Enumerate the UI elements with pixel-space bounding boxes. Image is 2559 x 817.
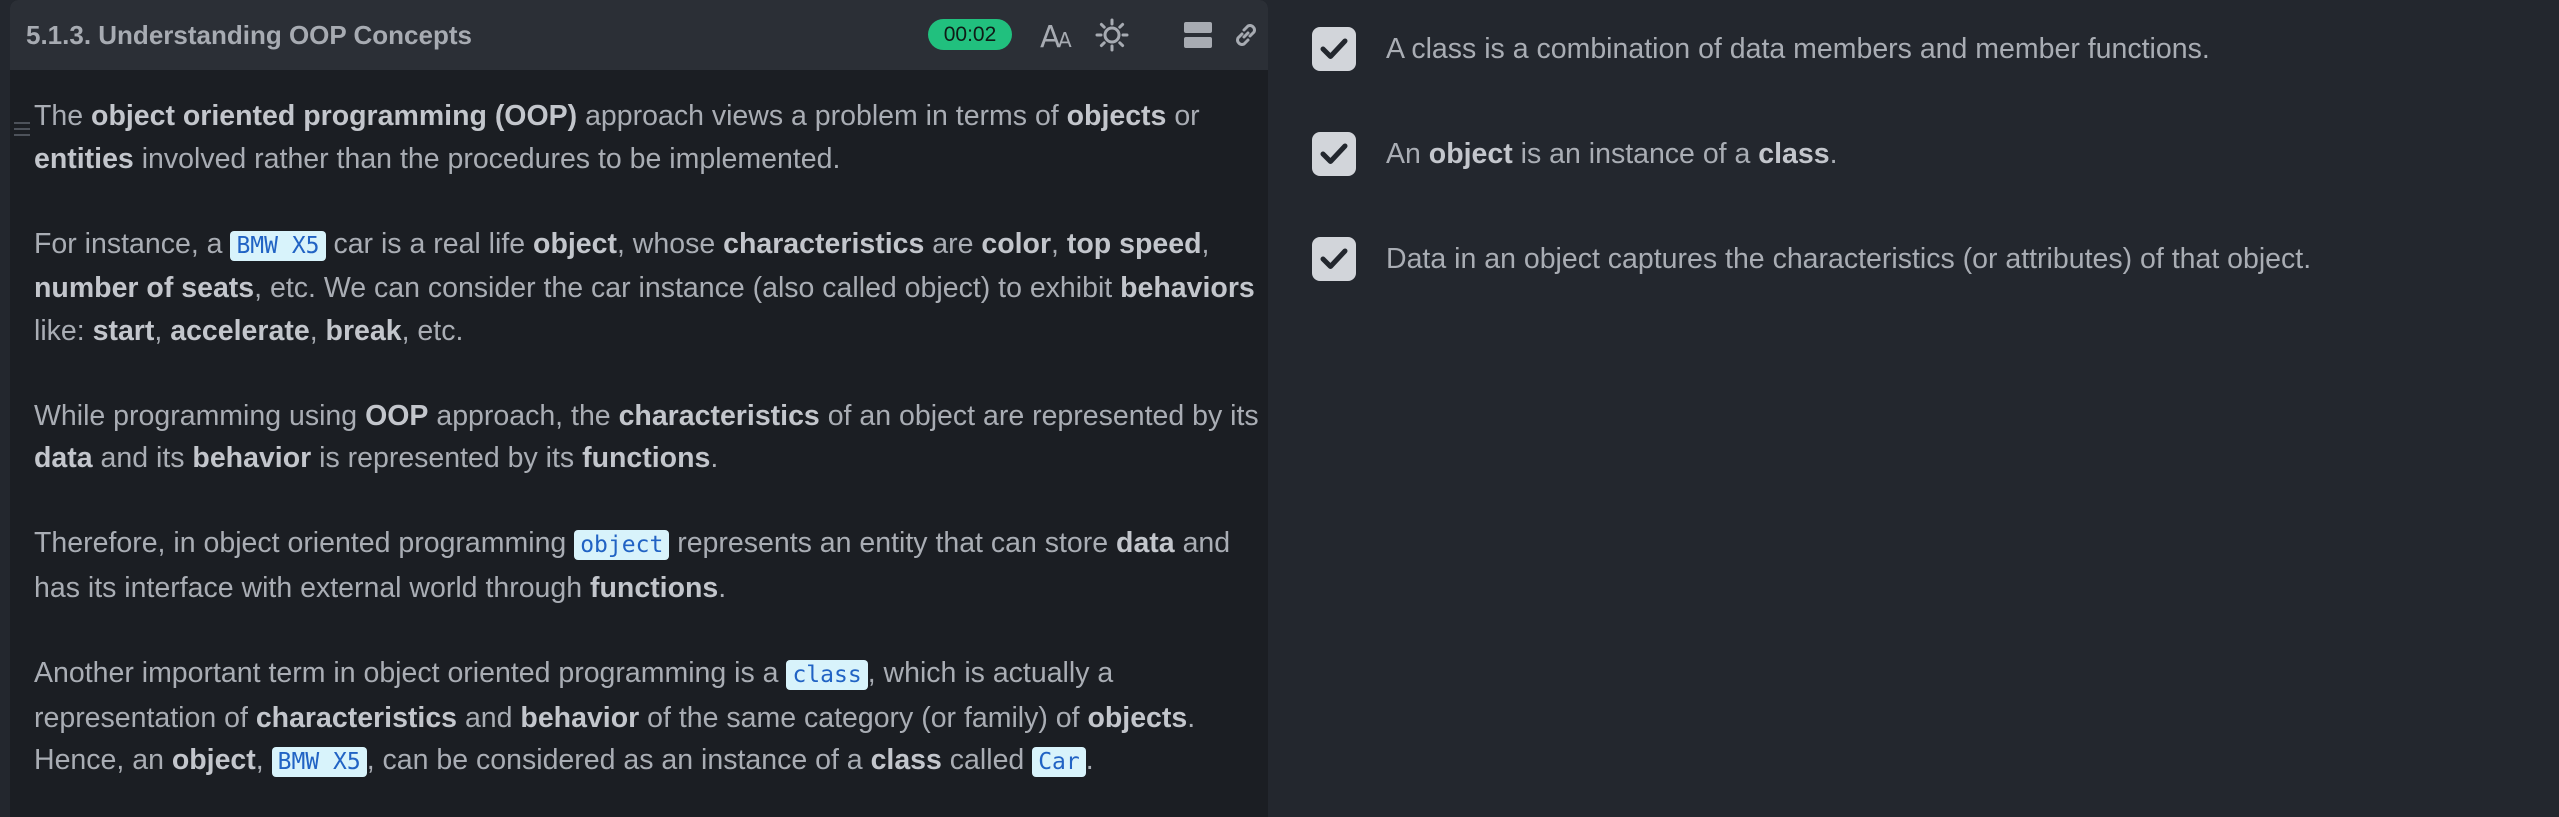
timer-badge: 00:02 [928, 19, 1012, 50]
layout-split-icon[interactable] [1180, 17, 1216, 53]
code-snippet: Car [1032, 747, 1086, 778]
theme-sun-icon[interactable] [1094, 17, 1130, 53]
font-size-icon[interactable]: A A [1040, 17, 1076, 53]
paragraph-class-definition: Another important term in object oriente… [34, 656, 1196, 778]
paragraph-car-example: For instance, a BMW X5 car is a real lif… [34, 227, 1255, 347]
checklist-item: Data in an object captures the character… [1312, 235, 2311, 283]
checklist-item-text: A class is a combination of data members… [1386, 32, 2210, 65]
checklist-item-text: Data in an object captures the character… [1386, 242, 2312, 275]
paragraph-oop-data-functions: While programming using OOP approach, th… [34, 399, 1259, 475]
checkbox-checked[interactable] [1312, 132, 1356, 176]
checkbox-checked[interactable] [1312, 237, 1356, 281]
checklist-item-text: An object is an instance of a class. [1386, 137, 1838, 170]
checkmark-icon [1320, 248, 1348, 269]
lesson-content: The object oriented programming (OOP) ap… [34, 95, 1260, 817]
code-snippet: object [574, 530, 670, 561]
content-panel: 5.1.3. Understanding OOP Concepts 00:02 … [10, 0, 1268, 817]
checkbox-checked[interactable] [1312, 27, 1356, 71]
checkmark-icon [1320, 38, 1348, 59]
page-title: 5.1.3. Understanding OOP Concepts [26, 20, 472, 50]
app-root: 5.1.3. Understanding OOP Concepts 00:02 … [0, 0, 2559, 817]
code-snippet: BMW X5 [271, 747, 367, 778]
svg-text:A: A [1058, 28, 1072, 51]
paragraph-oop-intro: The object oriented programming (OOP) ap… [34, 100, 1200, 175]
code-snippet: class [786, 659, 868, 690]
content-header: 5.1.3. Understanding OOP Concepts 00:02 … [10, 0, 1268, 70]
checklist-item: An object is an instance of a class. [1312, 130, 1838, 178]
checkmark-icon [1320, 143, 1348, 164]
checklist-item: A class is a combination of data members… [1312, 25, 2210, 73]
list-marker-icon [10, 117, 32, 145]
paragraph-object-entity: Therefore, in object oriented programmin… [34, 527, 1231, 604]
link-icon[interactable] [1228, 17, 1264, 53]
code-snippet: BMW X5 [230, 230, 326, 261]
